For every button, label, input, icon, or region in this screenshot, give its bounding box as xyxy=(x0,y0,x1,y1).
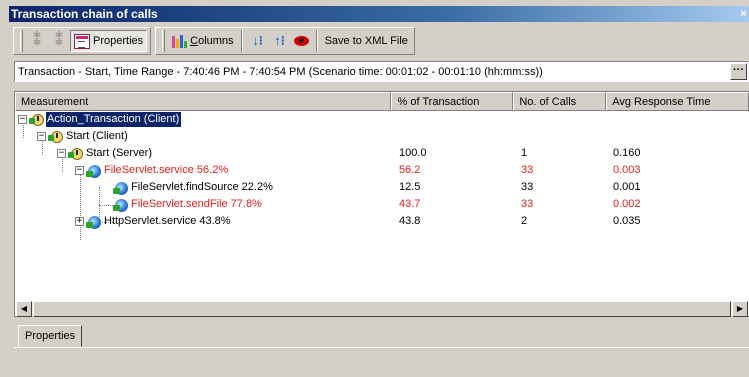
collapse-all-button[interactable]: ⁑ xyxy=(48,30,70,52)
toolbar-group-view: Columns ↓⁝ ↑⁝ Save to XML File xyxy=(155,27,415,55)
table-row[interactable]: − Start (Server) 100.0 1 0.160 xyxy=(15,145,749,162)
measurement-name: Start (Client) xyxy=(66,130,128,142)
percent-of-transaction: 56.2 xyxy=(399,164,421,176)
percent-of-transaction: 43.7 xyxy=(399,198,421,210)
save-xml-button[interactable]: Save to XML File xyxy=(322,30,411,52)
scrollbar-thumb[interactable] xyxy=(33,301,731,317)
percent-of-transaction: 100.0 xyxy=(399,147,427,159)
avg-response-time: 0.001 xyxy=(613,181,641,193)
toolbar-separator xyxy=(240,30,243,52)
table-row[interactable]: − FileServlet.service 56.2% 56.2 33 0.00… xyxy=(15,162,749,179)
globe-icon xyxy=(113,197,129,213)
table-row[interactable]: + HttpServlet.service 43.8% 43.8 2 0.035 xyxy=(15,213,749,230)
grid-rows: − Action_Transaction (Client) − Start (C… xyxy=(15,111,749,240)
properties-button[interactable]: Properties xyxy=(70,30,148,52)
avg-response-time: 0.002 xyxy=(613,198,641,210)
table-row[interactable]: − Start (Client) xyxy=(15,128,749,145)
clock-icon xyxy=(48,129,64,145)
title-bar[interactable]: Transaction chain of calls × xyxy=(9,6,749,22)
tree-node: FileServlet.findSource 22.2% xyxy=(113,179,274,196)
path-up-button[interactable]: ↑⁝ xyxy=(269,30,291,52)
highlight-eye-icon xyxy=(293,36,309,46)
toolbar-group-main: ⁑ ⁑ Properties xyxy=(13,27,152,55)
transaction-chain-window: Transaction chain of calls × ⁑ ⁑ Propert… xyxy=(0,0,749,377)
avg-response-time: 0.160 xyxy=(613,147,641,159)
table-row[interactable]: FileServlet.findSource 22.2% 12.5 33 0.0… xyxy=(15,179,749,196)
properties-icon xyxy=(74,33,90,49)
horizontal-scrollbar[interactable]: ◀ ▶ xyxy=(16,301,748,317)
tree-node: − Action_Transaction (Client) xyxy=(18,111,182,128)
column-header-avg-response-time[interactable]: Avg Response Time xyxy=(606,92,749,111)
percent-of-transaction: 43.8 xyxy=(399,215,421,227)
measurement-name: HttpServlet.service 43.8% xyxy=(104,215,231,227)
tree-node: FileServlet.sendFile 77.8% xyxy=(113,196,263,213)
measurement-name: Action_Transaction (Client) xyxy=(46,112,182,127)
expand-toggle[interactable]: + xyxy=(75,217,84,226)
tab-divider xyxy=(14,347,749,348)
no-of-calls: 33 xyxy=(521,198,534,210)
toolbar: ⁑ ⁑ Properties Columns ↓⁝ ↑⁝ Save to XML… xyxy=(9,25,749,57)
table-row[interactable]: − Action_Transaction (Client) xyxy=(15,111,749,128)
tab-properties[interactable]: Properties xyxy=(18,325,83,347)
no-of-calls: 33 xyxy=(521,181,534,193)
properties-button-label: Properties xyxy=(93,35,144,47)
column-header-percent-of-transaction[interactable]: % of Transaction xyxy=(391,92,514,111)
columns-icon xyxy=(171,33,188,49)
toolbar-grip[interactable] xyxy=(20,30,23,52)
table-row[interactable]: FileServlet.sendFile 77.8% 43.7 33 0.002 xyxy=(15,196,749,213)
tree-node: − Start (Client) xyxy=(37,128,129,145)
chain-of-calls-grid: Measurement % of Transaction No. of Call… xyxy=(14,91,749,317)
toolbar-grip[interactable] xyxy=(162,30,166,52)
no-of-calls: 1 xyxy=(521,147,528,159)
path-down-icon: ↓⁝ xyxy=(252,33,263,48)
expand-all-button[interactable]: ⁑ xyxy=(26,30,48,52)
columns-button-label: Columns xyxy=(190,35,234,47)
properties-panel: Properties xyxy=(14,321,749,377)
collapse-toggle[interactable]: − xyxy=(57,149,66,158)
collapse-toggle[interactable]: − xyxy=(75,166,84,175)
toolbar-separator xyxy=(315,30,318,52)
highlight-button[interactable] xyxy=(291,30,312,52)
tree-node: − Start (Server) xyxy=(57,145,153,162)
collapse-tree-icon: ⁑ xyxy=(55,32,63,49)
window-title: Transaction chain of calls xyxy=(11,7,158,21)
percent-of-transaction: 12.5 xyxy=(399,181,421,193)
globe-icon xyxy=(86,214,102,230)
avg-response-time: 0.003 xyxy=(613,164,641,176)
tree-node: + HttpServlet.service 43.8% xyxy=(75,213,232,230)
clock-icon xyxy=(68,146,84,162)
time-range-text: Transaction - Start, Time Range - 7:40:4… xyxy=(18,65,543,78)
measurement-name: FileServlet.sendFile 77.8% xyxy=(131,198,262,210)
grid-header: Measurement % of Transaction No. of Call… xyxy=(15,92,749,111)
columns-button[interactable]: Columns xyxy=(168,30,236,52)
globe-icon xyxy=(86,163,102,179)
globe-icon xyxy=(113,180,129,196)
scroll-right-icon[interactable]: ▶ xyxy=(732,301,748,317)
no-of-calls: 33 xyxy=(521,164,534,176)
path-down-button[interactable]: ↓⁝ xyxy=(247,30,269,52)
more-options-button[interactable]: ··· xyxy=(730,63,747,80)
save-xml-button-label: Save to XML File xyxy=(324,35,408,47)
column-header-measurement[interactable]: Measurement xyxy=(15,92,392,111)
path-up-icon: ↑⁝ xyxy=(274,33,285,48)
column-header-no-of-calls[interactable]: No. of Calls xyxy=(513,92,607,111)
tree-node: − FileServlet.service 56.2% xyxy=(75,162,229,179)
collapse-toggle[interactable]: − xyxy=(18,115,27,124)
time-range-info-bar: Transaction - Start, Time Range - 7:40:4… xyxy=(14,61,749,82)
close-icon[interactable]: × xyxy=(738,8,749,20)
no-of-calls: 2 xyxy=(521,215,528,227)
collapse-toggle[interactable]: − xyxy=(37,132,46,141)
measurement-name: FileServlet.service 56.2% xyxy=(104,164,229,176)
scroll-left-icon[interactable]: ◀ xyxy=(16,301,32,317)
measurement-name: FileServlet.findSource 22.2% xyxy=(131,181,273,193)
measurement-name: Start (Server) xyxy=(86,147,153,159)
expand-tree-icon: ⁑ xyxy=(33,32,41,49)
avg-response-time: 0.035 xyxy=(613,215,641,227)
clock-icon xyxy=(29,112,45,128)
